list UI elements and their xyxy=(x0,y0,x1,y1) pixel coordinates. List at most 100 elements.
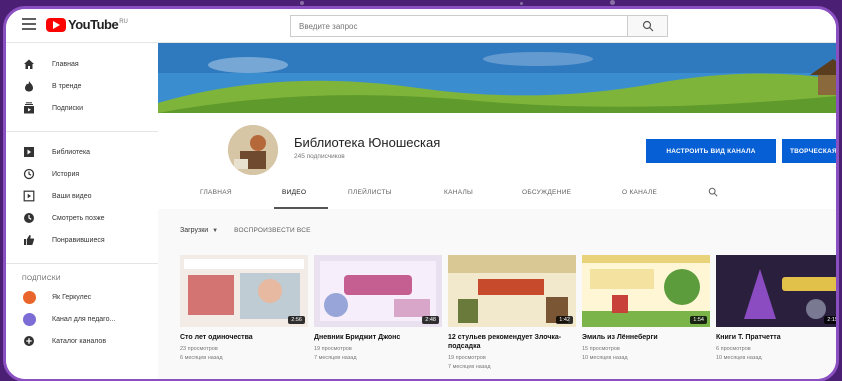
video-title[interactable]: Дневник Бриджит Джонс xyxy=(314,333,442,342)
video-views: 19 просмотров xyxy=(314,346,352,352)
device-frame: YouTube RU Главная В тренде xyxy=(3,6,839,381)
home-icon xyxy=(22,57,36,71)
logo-region: RU xyxy=(119,18,128,25)
video-card[interactable]: 1:54 Эмиль из Лённеберги 15 просмотров 1… xyxy=(582,255,710,363)
video-age: 10 месяцев назад xyxy=(582,355,628,361)
video-duration: 2:56 xyxy=(288,316,305,324)
video-views: 19 просмотров xyxy=(448,355,486,361)
video-views: 23 просмотров xyxy=(180,346,218,352)
play-logo-icon xyxy=(46,17,66,32)
sidebar-item-your-videos[interactable]: Ваши видео xyxy=(6,185,158,207)
sidebar-divider xyxy=(6,263,158,264)
youtube-logo[interactable]: YouTube RU xyxy=(46,17,128,32)
background-dot xyxy=(520,2,523,5)
play-all-button[interactable]: ВОСПРОИЗВЕСТИ ВСЕ xyxy=(234,227,311,234)
sidebar-item-home[interactable]: Главная xyxy=(6,53,158,75)
channel-header: Библиотека Юношеская 245 подписчиков НАС… xyxy=(158,113,836,209)
sidebar-item-history[interactable]: История xyxy=(6,163,158,185)
video-title[interactable]: Книги Т. Пратчетта xyxy=(716,333,836,342)
search-input[interactable] xyxy=(291,16,629,36)
sidebar-item-label: В тренде xyxy=(52,82,82,90)
sidebar-item-label: Главная xyxy=(52,60,79,68)
video-title[interactable]: 12 стульев рекомендует Злочка-подсадка xyxy=(448,333,576,351)
tab-playlists[interactable]: ПЛЕЙЛИСТЫ xyxy=(348,189,392,196)
videos-filter-row: Загрузки ▼ ВОСПРОИЗВЕСТИ ВСЕ xyxy=(180,227,311,234)
subscriptions-heading: ПОДПИСКИ xyxy=(22,275,61,282)
tab-discussion[interactable]: ОБСУЖДЕНИЕ xyxy=(522,189,571,196)
search-icon xyxy=(642,20,654,32)
subscription-item[interactable]: Як Геркулес xyxy=(6,286,158,308)
logo-text: YouTube xyxy=(68,17,119,32)
sidebar-item-label: История xyxy=(52,170,80,178)
subscriber-count: 245 подписчиков xyxy=(294,153,345,160)
tab-channels[interactable]: КАНАЛЫ xyxy=(444,189,473,196)
uploads-dropdown[interactable]: Загрузки xyxy=(180,227,208,234)
tab-home[interactable]: ГЛАВНАЯ xyxy=(200,189,232,196)
studio-button[interactable]: ТВОРЧЕСКАЯ xyxy=(782,139,836,163)
channel-avatar xyxy=(22,290,36,304)
video-thumbnail[interactable]: 2:15 xyxy=(716,255,836,327)
subscription-label: Канал для педаго... xyxy=(52,315,116,323)
sidebar-item-trending[interactable]: В тренде xyxy=(6,75,158,97)
sidebar-item-catalog[interactable]: Каталог каналов xyxy=(6,330,158,352)
top-bar: YouTube RU xyxy=(6,9,836,43)
sidebar-item-label: Библиотека xyxy=(52,148,91,156)
customize-channel-button[interactable]: НАСТРОИТЬ ВИД КАНАЛА xyxy=(646,139,776,163)
menu-icon[interactable] xyxy=(22,18,36,30)
subscription-label: Як Геркулес xyxy=(52,293,92,301)
channel-banner xyxy=(158,43,836,113)
channel-search-icon[interactable] xyxy=(708,187,718,197)
tab-about[interactable]: О КАНАЛЕ xyxy=(622,189,657,196)
video-thumbnail[interactable]: 2:48 xyxy=(314,255,442,327)
thumbs-up-icon xyxy=(22,233,36,247)
video-thumbnail[interactable]: 1:42 xyxy=(448,255,576,327)
video-duration: 2:15 xyxy=(824,316,836,324)
active-tab-indicator xyxy=(274,207,328,209)
sidebar: Главная В тренде Подписки Библиотека Ист… xyxy=(6,43,158,379)
video-views: 15 просмотров xyxy=(582,346,620,352)
channel-avatar[interactable] xyxy=(228,125,278,175)
video-thumbnail[interactable]: 2:56 xyxy=(180,255,308,327)
sidebar-item-label: Смотреть позже xyxy=(52,214,105,222)
tab-videos[interactable]: ВИДЕО xyxy=(282,189,306,196)
sidebar-item-subscriptions[interactable]: Подписки xyxy=(6,97,158,119)
subscriptions-icon xyxy=(22,101,36,115)
sidebar-item-label: Подписки xyxy=(52,104,84,112)
subscription-item[interactable]: Канал для педаго... xyxy=(6,308,158,330)
video-title[interactable]: Эмиль из Лённеберги xyxy=(582,333,710,342)
video-card[interactable]: 2:15 Книги Т. Пратчетта 6 просмотров 10 … xyxy=(716,255,836,363)
history-icon xyxy=(22,167,36,181)
video-duration: 2:48 xyxy=(422,316,439,324)
sidebar-divider xyxy=(6,131,158,132)
sidebar-item-watch-later[interactable]: Смотреть позже xyxy=(6,207,158,229)
video-thumbnail[interactable]: 1:54 xyxy=(582,255,710,327)
dropdown-arrow-icon[interactable]: ▼ xyxy=(212,228,218,234)
video-card[interactable]: 2:48 Дневник Бриджит Джонс 19 просмотров… xyxy=(314,255,442,363)
trending-icon xyxy=(22,79,36,93)
channel-name: Библиотека Юношеская xyxy=(294,135,441,150)
video-card[interactable]: 2:56 Сто лет одиночества 23 просмотров 6… xyxy=(180,255,308,363)
watch-later-icon xyxy=(22,211,36,225)
your-videos-icon xyxy=(22,189,36,203)
background-dot xyxy=(300,1,304,5)
sidebar-item-label: Каталог каналов xyxy=(52,337,107,345)
video-age: 7 месяцев назад xyxy=(314,355,357,361)
video-duration: 1:54 xyxy=(690,316,707,324)
sidebar-item-label: Понравившиеся xyxy=(52,236,105,244)
video-age: 7 месяцев назад xyxy=(448,364,491,370)
search-button[interactable] xyxy=(627,16,667,36)
sidebar-item-liked[interactable]: Понравившиеся xyxy=(6,229,158,251)
sidebar-item-library[interactable]: Библиотека xyxy=(6,141,158,163)
channel-page: Библиотека Юношеская 245 подписчиков НАС… xyxy=(158,43,836,379)
video-duration: 1:42 xyxy=(556,316,573,324)
channel-avatar xyxy=(22,312,36,326)
video-title[interactable]: Сто лет одиночества xyxy=(180,333,308,342)
channel-tabs: ГЛАВНАЯ ВИДЕО ПЛЕЙЛИСТЫ КАНАЛЫ ОБСУЖДЕНИ… xyxy=(158,183,836,209)
library-icon xyxy=(22,145,36,159)
video-age: 6 месяцев назад xyxy=(180,355,223,361)
video-age: 10 месяцев назад xyxy=(716,355,762,361)
video-card[interactable]: 1:42 12 стульев рекомендует Злочка-подса… xyxy=(448,255,576,372)
sidebar-item-label: Ваши видео xyxy=(52,192,92,200)
add-circle-icon xyxy=(22,334,36,348)
search-bar xyxy=(290,15,668,37)
